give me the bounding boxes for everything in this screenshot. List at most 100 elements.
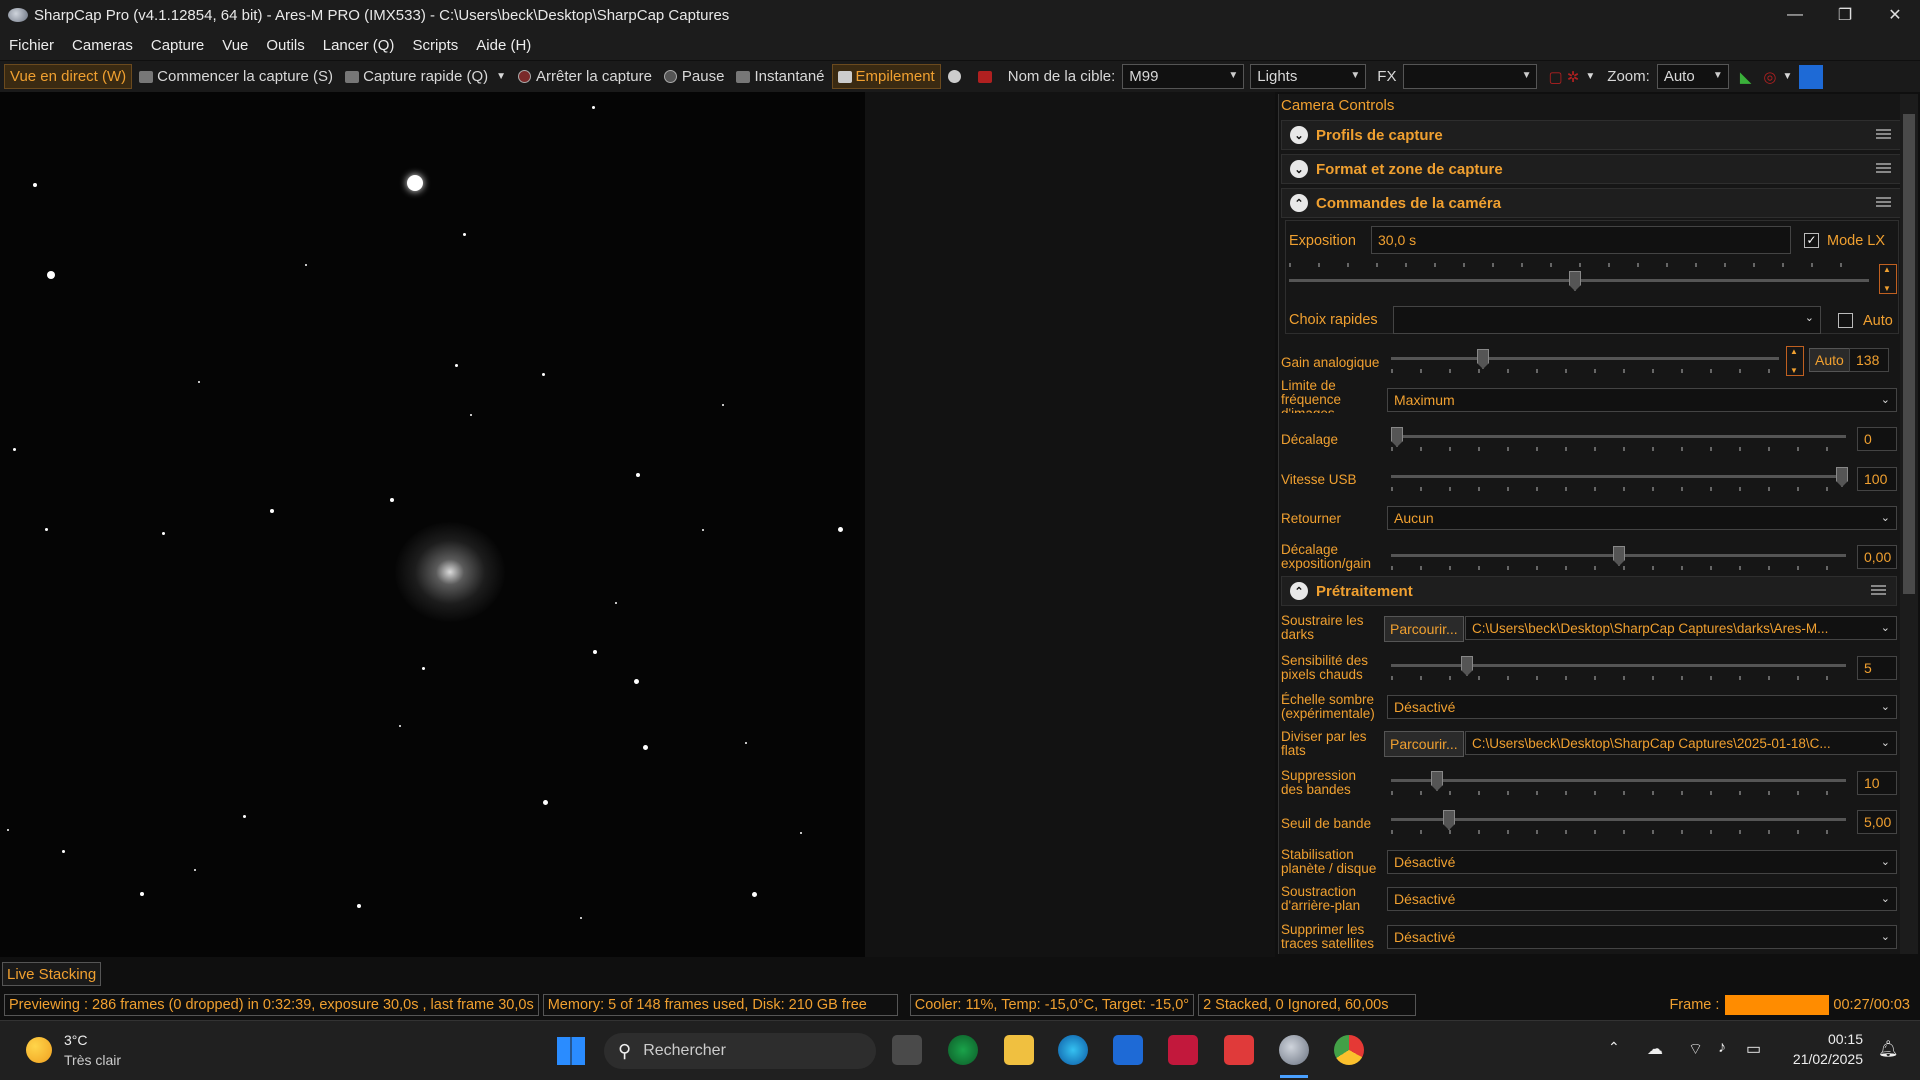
- background-sub-dropdown[interactable]: Désactivé ⌄: [1387, 887, 1897, 911]
- live-image[interactable]: [0, 92, 865, 957]
- task-view-icon[interactable]: [892, 1035, 922, 1065]
- section-preprocessing[interactable]: ⌃ Prétraitement: [1281, 576, 1897, 606]
- flats-path-dropdown[interactable]: C:\Users\beck\Desktop\SharpCap Captures\…: [1465, 731, 1897, 755]
- live-stacking-tab[interactable]: Live Stacking: [2, 962, 102, 986]
- flip-dropdown[interactable]: Aucun ⌄: [1387, 506, 1897, 530]
- exp-gain-offset-value[interactable]: 0,00: [1857, 545, 1897, 569]
- section-format[interactable]: ⌄ Format et zone de capture: [1281, 154, 1902, 184]
- hot-pixel-slider[interactable]: [1391, 656, 1846, 680]
- quick-choice-dropdown[interactable]: ⌄: [1393, 306, 1821, 334]
- battery-icon[interactable]: ▭: [1746, 1039, 1761, 1059]
- windows-start-icon[interactable]: [557, 1037, 585, 1065]
- menu-fichier[interactable]: Fichier: [0, 37, 63, 54]
- store-icon[interactable]: [1113, 1035, 1143, 1065]
- satellite-trails-dropdown[interactable]: Désactivé ⌄: [1387, 925, 1897, 949]
- stop-capture-button[interactable]: Arrêter la capture: [513, 64, 657, 89]
- clock-time[interactable]: 00:15: [1813, 1031, 1863, 1047]
- gain-slider[interactable]: [1391, 349, 1779, 373]
- chevron-down-icon: ▼: [1712, 70, 1723, 81]
- chrome-icon[interactable]: [1334, 1035, 1364, 1065]
- cloud-icon[interactable]: ☁: [1647, 1039, 1663, 1059]
- hamburger-icon[interactable]: [1876, 163, 1891, 173]
- offset-value[interactable]: 0: [1857, 427, 1897, 451]
- frame-type-combo[interactable]: Lights ▼: [1250, 64, 1367, 89]
- chevron-down-icon[interactable]: ⌄: [1290, 160, 1308, 178]
- quick-auto-checkbox[interactable]: [1838, 313, 1853, 328]
- chevron-down-icon[interactable]: ⌄: [1290, 126, 1308, 144]
- dark-scale-dropdown[interactable]: Désactivé ⌄: [1387, 695, 1897, 719]
- banding-slider[interactable]: [1391, 771, 1846, 795]
- start-capture-button[interactable]: Commencer la capture (S): [134, 64, 338, 89]
- hot-pixel-value[interactable]: 5: [1857, 656, 1897, 680]
- fx-combo[interactable]: ▼: [1403, 64, 1538, 89]
- stacking-button[interactable]: Empilement: [831, 64, 941, 89]
- banding-value[interactable]: 10: [1857, 771, 1897, 795]
- menu-aide[interactable]: Aide (H): [467, 37, 540, 54]
- chevron-down-icon[interactable]: ▼: [496, 71, 506, 82]
- quick-capture-button[interactable]: Capture rapide (Q) ▼: [340, 64, 511, 89]
- volume-icon[interactable]: ♪: [1718, 1039, 1726, 1057]
- minimize-button[interactable]: —: [1770, 0, 1820, 30]
- lx-mode-checkbox[interactable]: ✓: [1804, 233, 1819, 248]
- offset-slider[interactable]: [1391, 427, 1846, 451]
- chevron-up-icon[interactable]: ⌃: [1608, 1039, 1620, 1056]
- sharpcap-taskbar-icon[interactable]: [1279, 1035, 1309, 1065]
- maximize-button[interactable]: ❐: [1820, 0, 1870, 30]
- darks-path-dropdown[interactable]: C:\Users\beck\Desktop\SharpCap Captures\…: [1465, 616, 1897, 640]
- usb-speed-value[interactable]: 100: [1857, 467, 1897, 491]
- pause-button[interactable]: Pause: [659, 64, 730, 89]
- taskbar-search[interactable]: ⚲ Rechercher: [604, 1033, 876, 1069]
- zoom-combo[interactable]: Auto ▼: [1656, 64, 1729, 89]
- scrollbar-thumb[interactable]: [1903, 114, 1915, 594]
- chevron-up-icon[interactable]: ⌃: [1290, 582, 1308, 600]
- record-icon: [977, 70, 992, 83]
- target-tool-button[interactable]: ◎ ▼: [1758, 64, 1797, 89]
- menu-lancer[interactable]: Lancer (Q): [314, 37, 404, 54]
- stop-icon: [518, 70, 532, 83]
- hamburger-icon[interactable]: [1871, 585, 1886, 595]
- gain-auto-button[interactable]: Auto: [1809, 348, 1850, 372]
- section-capture-profiles[interactable]: ⌄ Profils de capture: [1281, 120, 1902, 150]
- menu-cameras[interactable]: Cameras: [63, 37, 142, 54]
- menu-scripts[interactable]: Scripts: [403, 37, 467, 54]
- section-camera-controls[interactable]: ⌃ Commandes de la caméra: [1281, 188, 1902, 218]
- panel-scrollbar[interactable]: [1900, 94, 1918, 954]
- crosshair-button[interactable]: ▢ ✲ ▼: [1543, 64, 1600, 89]
- menu-outils[interactable]: Outils: [257, 37, 313, 54]
- pin-button[interactable]: [1799, 64, 1824, 89]
- exposure-slider[interactable]: [1289, 263, 1869, 291]
- histogram-button[interactable]: ◣: [1735, 64, 1757, 89]
- band-threshold-value[interactable]: 5,00: [1857, 810, 1897, 834]
- hamburger-icon[interactable]: [1876, 129, 1891, 139]
- app-icon[interactable]: [1224, 1035, 1254, 1065]
- fps-limit-dropdown[interactable]: Maximum ⌄: [1387, 388, 1897, 412]
- snapshot-button[interactable]: Instantané: [731, 64, 829, 89]
- file-explorer-icon[interactable]: [1004, 1035, 1034, 1065]
- wifi-icon[interactable]: ⌔: [1688, 1039, 1703, 1059]
- app-icon[interactable]: [948, 1035, 978, 1065]
- exposure-spinner[interactable]: [1879, 264, 1897, 294]
- gain-value[interactable]: 138: [1849, 348, 1889, 372]
- live-view-button[interactable]: Vue en direct (W): [4, 64, 133, 89]
- chevron-up-icon[interactable]: ⌃: [1290, 194, 1308, 212]
- band-threshold-slider[interactable]: [1391, 810, 1846, 834]
- exposure-input[interactable]: 30,0 s: [1371, 226, 1791, 254]
- usb-speed-slider[interactable]: [1391, 467, 1848, 491]
- exp-gain-offset-slider[interactable]: [1391, 546, 1846, 570]
- weather-icon[interactable]: [26, 1037, 52, 1063]
- app-icon[interactable]: [1168, 1035, 1198, 1065]
- notification-icon[interactable]: 🔔︎: [1878, 1039, 1898, 1059]
- gain-spinner[interactable]: [1786, 346, 1804, 376]
- hamburger-icon[interactable]: [1876, 197, 1891, 207]
- menu-capture[interactable]: Capture: [142, 37, 213, 54]
- clock-date[interactable]: 21/02/2025: [1785, 1051, 1863, 1067]
- flats-browse-button[interactable]: Parcourir...: [1384, 731, 1464, 757]
- darks-browse-button[interactable]: Parcourir...: [1384, 616, 1464, 642]
- record-indicator[interactable]: [973, 64, 1001, 89]
- stabilisation-dropdown[interactable]: Désactivé ⌄: [1387, 850, 1897, 874]
- brightness-button[interactable]: [943, 64, 971, 89]
- edge-icon[interactable]: [1058, 1035, 1088, 1065]
- menu-vue[interactable]: Vue: [213, 37, 257, 54]
- close-button[interactable]: ✕: [1870, 0, 1920, 30]
- target-name-combo[interactable]: M99 ▼: [1122, 64, 1245, 89]
